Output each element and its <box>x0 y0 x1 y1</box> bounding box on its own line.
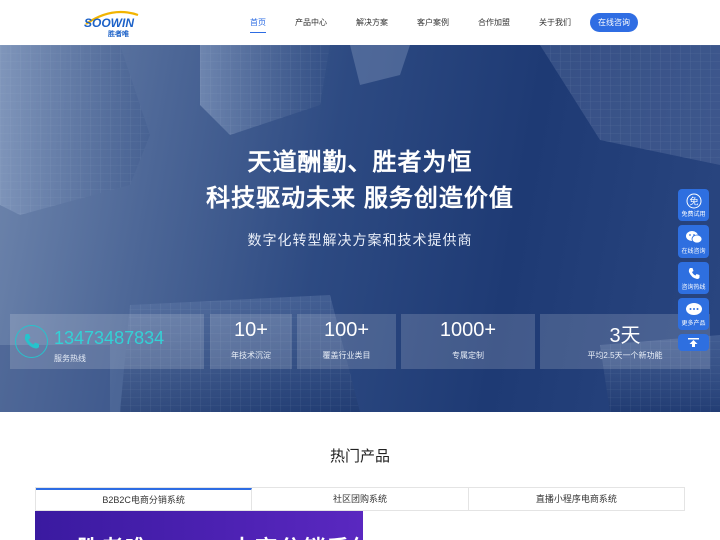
stat-value: 10+ <box>234 319 268 341</box>
hotline-side-label: 咨询热线 <box>681 284 706 291</box>
svg-text:胜者唯: 胜者唯 <box>107 29 129 37</box>
nav-home[interactable]: 首页 <box>250 0 266 45</box>
nav-products[interactable]: 产品中心 <box>295 0 327 45</box>
more-products-button[interactable]: 更多产品 <box>678 298 709 330</box>
back-to-top-icon <box>688 338 699 347</box>
hotline-number: 13473487834 <box>54 328 165 348</box>
hotline-side-button[interactable]: 咨询热线 <box>678 262 709 294</box>
site-header: SOOWIN 胜者唯 首页 产品中心 解决方案 客户案例 合作加盟 关于我们 在… <box>0 0 720 45</box>
stat-label: 专属定制 <box>452 351 484 360</box>
stat-value: 100+ <box>323 319 370 341</box>
online-consult-side-label: 在线咨询 <box>681 248 706 255</box>
wechat-icon <box>685 231 702 244</box>
stat-years: 10+ 年技术沉淀 <box>210 314 292 369</box>
hero-title-line2: 科技驱动未来 服务创造价值 <box>206 185 514 212</box>
stat-industries: 100+ 覆盖行业类目 <box>297 314 396 369</box>
phone-icon <box>15 325 48 358</box>
more-products-label: 更多产品 <box>681 320 706 327</box>
nav-partnership[interactable]: 合作加盟 <box>478 0 510 45</box>
stat-label: 平均2.5天一个新功能 <box>587 351 663 360</box>
stat-label: 年技术沉淀 <box>231 351 271 360</box>
hero-subtitle: 数字化转型解决方案和技术提供商 <box>247 232 473 248</box>
nav-cases[interactable]: 客户案例 <box>417 0 449 45</box>
tab-live-miniprogram[interactable]: 直播小程序电商系统 <box>469 488 684 510</box>
tab-b2b2c[interactable]: B2B2C电商分销系统 <box>36 488 253 510</box>
hotline-label: 服务热线 <box>54 354 86 363</box>
tab-community-groupbuy[interactable]: 社区团购系统 <box>252 488 469 510</box>
page: SOOWIN 胜者唯 首页 产品中心 解决方案 客户案例 合作加盟 关于我们 在… <box>0 0 720 540</box>
free-trial-label: 免费试用 <box>681 211 706 218</box>
hero-banner: 天道酬勤、胜者为恒 科技驱动未来 服务创造价值 数字化转型解决方案和技术提供商 … <box>0 45 720 412</box>
nav-about[interactable]: 关于我们 <box>539 0 571 45</box>
hero-title-line1: 天道酬勤、胜者为恒 <box>247 149 473 176</box>
hotline-card[interactable]: 13473487834 服务热线 <box>10 314 204 369</box>
free-trial-icon: 免 <box>686 193 701 209</box>
chat-more-icon <box>685 303 702 315</box>
stat-label: 覆盖行业类目 <box>322 351 371 360</box>
nav-solutions[interactable]: 解决方案 <box>356 0 388 45</box>
free-trial-button[interactable]: 免 免费试用 <box>678 189 709 221</box>
product-preview-text: 胜者唯B2B2C电商分销系统 <box>77 531 363 540</box>
stat-custom: 1000+ 专属定制 <box>401 314 535 369</box>
phone-icon <box>688 268 699 279</box>
back-to-top-button[interactable] <box>678 334 709 351</box>
product-preview-banner[interactable]: 胜者唯B2B2C电商分销系统 <box>35 511 363 540</box>
online-consult-button[interactable]: 在线咨询 <box>590 13 638 32</box>
svg-text:免: 免 <box>689 196 698 208</box>
main-nav: 首页 产品中心 解决方案 客户案例 合作加盟 关于我们 <box>250 0 600 45</box>
online-consult-side-button[interactable]: 在线咨询 <box>678 225 709 258</box>
product-tabs: B2B2C电商分销系统 社区团购系统 直播小程序电商系统 <box>35 487 685 511</box>
svg-text:SOOWIN: SOOWIN <box>84 16 134 30</box>
stat-value: 1000+ <box>439 319 497 341</box>
hot-products-title: 热门产品 <box>329 448 390 465</box>
soowin-logo[interactable]: SOOWIN 胜者唯 <box>84 9 140 38</box>
